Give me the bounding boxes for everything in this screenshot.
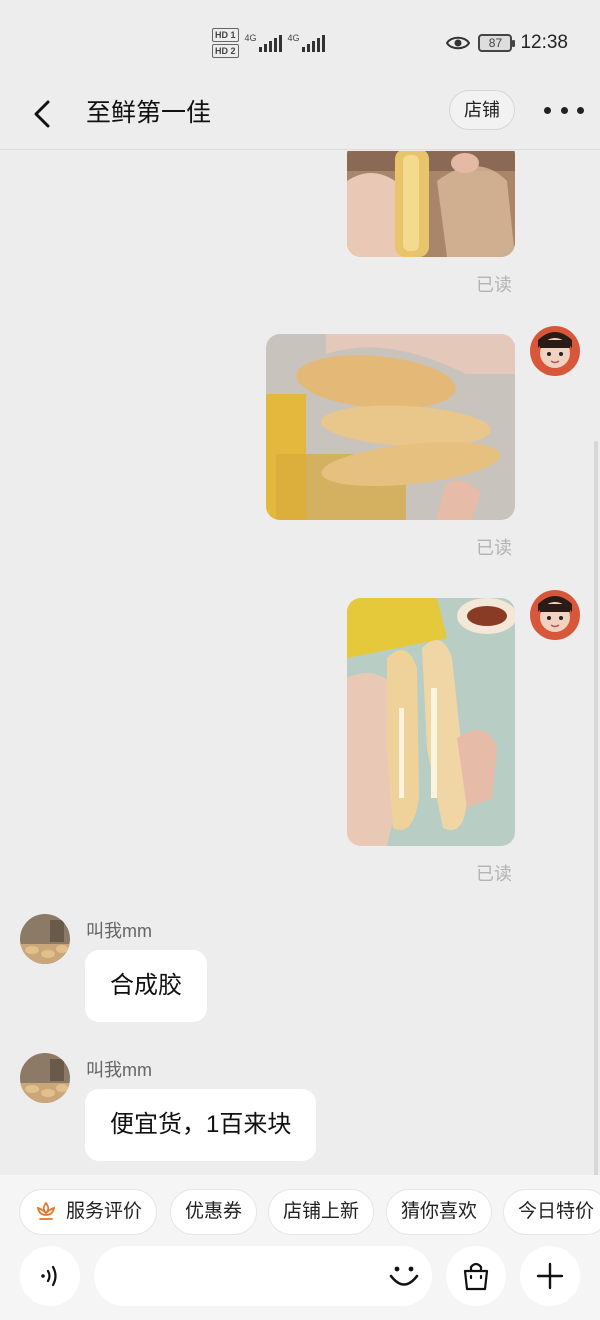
read-receipt: 已读: [476, 275, 512, 295]
shopping-bag-button[interactable]: [446, 1246, 506, 1306]
page-title: 至鲜第一佳: [86, 99, 212, 127]
shop-button[interactable]: 店铺: [449, 90, 515, 130]
battery-icon: 87: [478, 34, 516, 52]
voice-icon: [41, 1265, 57, 1287]
more-dot-icon: [577, 106, 584, 114]
signal-icon: [301, 34, 325, 52]
avatar[interactable]: [530, 326, 580, 376]
emoji-button[interactable]: [384, 1256, 424, 1296]
read-receipt: 已读: [476, 538, 512, 558]
signal-block: HD 1 HD 2 4G 4G: [212, 28, 325, 58]
eye-icon: [446, 36, 471, 50]
quick-action-new-arrivals[interactable]: 店铺上新: [268, 1189, 375, 1235]
chat-area[interactable]: 已读 已读 已读 叫我mm 合成胶 叫我mm 便宜货，1百来块: [0, 151, 600, 1175]
image-message[interactable]: [347, 151, 515, 257]
more-dot-icon: [560, 106, 568, 114]
quick-action-guess-you-like[interactable]: 猜你喜欢: [386, 1189, 493, 1235]
user-avatar-icon: [530, 326, 580, 376]
message-input[interactable]: [94, 1246, 432, 1306]
chip-label: 服务评价: [66, 1201, 143, 1222]
scrollbar[interactable]: [594, 441, 598, 1175]
input-bar: [0, 1246, 600, 1320]
flower-icon: [36, 1201, 56, 1220]
back-button[interactable]: [20, 92, 64, 136]
seller-avatar-icon: [20, 1053, 70, 1103]
fish-maw-photo: [266, 334, 515, 520]
quick-actions-bar[interactable]: 服务评价 优惠券 店铺上新 猜你喜欢 今日特价: [0, 1175, 600, 1250]
sim1-badge: HD 1: [212, 28, 239, 42]
avatar[interactable]: [20, 914, 70, 964]
text-message-bubble[interactable]: 便宜货，1百来块: [85, 1089, 317, 1161]
chip-label: 优惠券: [185, 1201, 243, 1222]
sim2-badge: HD 2: [212, 44, 239, 58]
sender-name: 叫我mm: [86, 1060, 152, 1080]
seller-avatar-icon: [20, 914, 70, 964]
nav-bar: 至鲜第一佳 店铺: [0, 80, 600, 150]
chip-label: 猜你喜欢: [401, 1201, 478, 1222]
emoji-icon: [389, 1266, 419, 1286]
avatar[interactable]: [20, 1053, 70, 1103]
more-dot-icon: [544, 106, 551, 114]
quick-action-service-review[interactable]: 服务评价: [19, 1189, 158, 1235]
status-right: 87 12:38: [446, 32, 568, 54]
status-bar: HD 1 HD 2 4G 4G 87 12:38: [0, 0, 600, 80]
image-message[interactable]: [347, 598, 515, 846]
read-receipt: 已读: [476, 864, 512, 884]
voice-button[interactable]: [20, 1246, 80, 1306]
image-message[interactable]: [266, 334, 515, 520]
chip-label: 店铺上新: [283, 1201, 360, 1222]
user-avatar-icon: [530, 590, 580, 640]
chip-label: 今日特价: [518, 1201, 595, 1222]
fish-maw-photo: [347, 598, 515, 846]
back-arrow-icon: [34, 100, 50, 128]
plus-icon: [536, 1262, 564, 1290]
text-message-bubble[interactable]: 合成胶: [85, 950, 207, 1022]
clock: 12:38: [520, 32, 568, 53]
signal-icon: [258, 34, 282, 52]
network-type-2: 4G: [287, 33, 300, 43]
network-type-1: 4G: [244, 33, 257, 43]
quick-action-daily-deals[interactable]: 今日特价: [503, 1189, 600, 1235]
avatar[interactable]: [530, 590, 580, 640]
sender-name: 叫我mm: [86, 921, 152, 941]
plus-button[interactable]: [520, 1246, 580, 1306]
fish-maw-photo: [347, 151, 515, 257]
quick-action-coupons[interactable]: 优惠券: [170, 1189, 258, 1235]
more-button[interactable]: [544, 98, 584, 122]
shopping-bag-icon: [463, 1262, 489, 1291]
